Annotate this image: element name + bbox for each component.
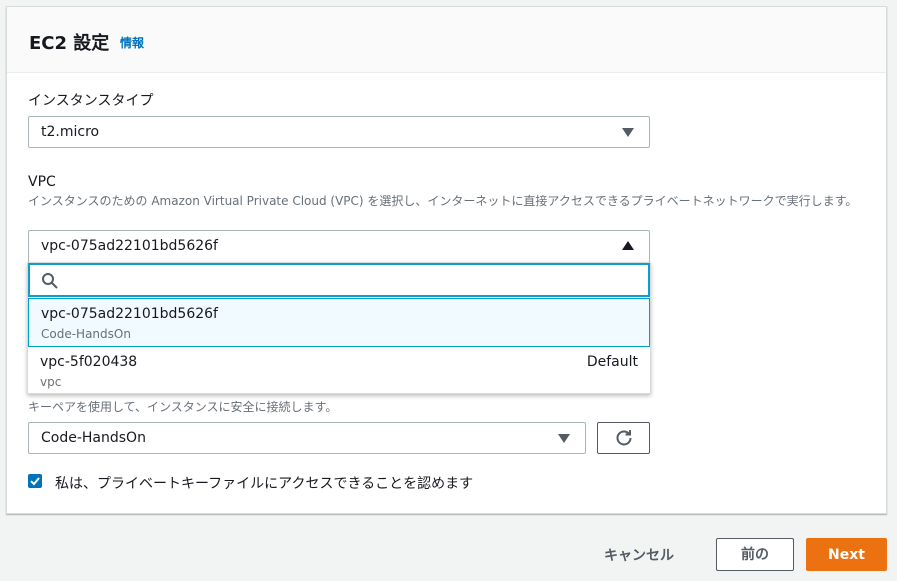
- vpc-select-value: vpc-075ad22101bd5626f: [41, 238, 218, 254]
- refresh-icon: [616, 430, 632, 446]
- acknowledge-label: 私は、プライベートキーファイルにアクセスできることを認めます: [55, 476, 474, 492]
- vpc-label: VPC: [28, 174, 56, 190]
- acknowledge-checkbox[interactable]: [28, 474, 42, 488]
- panel-title: EC2 設定: [29, 33, 110, 54]
- vpc-option-id: vpc-5f020438: [40, 354, 138, 370]
- caret-down-icon: [622, 128, 634, 137]
- vpc-option-name: Code-HandsOn: [41, 327, 131, 341]
- search-icon: [42, 273, 58, 289]
- next-button[interactable]: Next: [806, 538, 887, 571]
- vpc-option-id: vpc-075ad22101bd5626f: [41, 306, 218, 322]
- keypair-select[interactable]: Code-HandsOn: [28, 422, 586, 454]
- vpc-dropdown: vpc-075ad22101bd5626f Code-HandsOn vpc-5…: [27, 262, 651, 394]
- keypair-value: Code-HandsOn: [41, 430, 146, 446]
- caret-down-icon: [558, 434, 570, 443]
- keypair-description: キーペアを使用して、インスタンスに安全に接続します。: [28, 400, 338, 414]
- instance-type-value: t2.micro: [41, 124, 100, 140]
- cancel-button[interactable]: キャンセル: [604, 545, 674, 565]
- vpc-search-input[interactable]: [28, 263, 650, 297]
- vpc-option[interactable]: vpc-5f020438 vpc Default: [28, 347, 650, 394]
- info-link[interactable]: 情報: [120, 34, 144, 51]
- vpc-option[interactable]: vpc-075ad22101bd5626f Code-HandsOn: [28, 298, 650, 347]
- checkmark-icon: [30, 477, 40, 486]
- vpc-description: インスタンスのための Amazon Virtual Private Cloud …: [28, 194, 858, 208]
- previous-button[interactable]: 前の: [716, 538, 794, 571]
- caret-up-icon: [622, 241, 634, 250]
- vpc-option-name: vpc: [40, 375, 62, 389]
- instance-type-label: インスタンスタイプ: [28, 93, 154, 109]
- vpc-select[interactable]: vpc-075ad22101bd5626f: [28, 230, 650, 263]
- vpc-option-default-tag: Default: [586, 354, 638, 370]
- refresh-button[interactable]: [597, 422, 650, 454]
- panel-header: EC2 設定 情報: [7, 7, 886, 73]
- instance-type-select[interactable]: t2.micro: [28, 116, 650, 148]
